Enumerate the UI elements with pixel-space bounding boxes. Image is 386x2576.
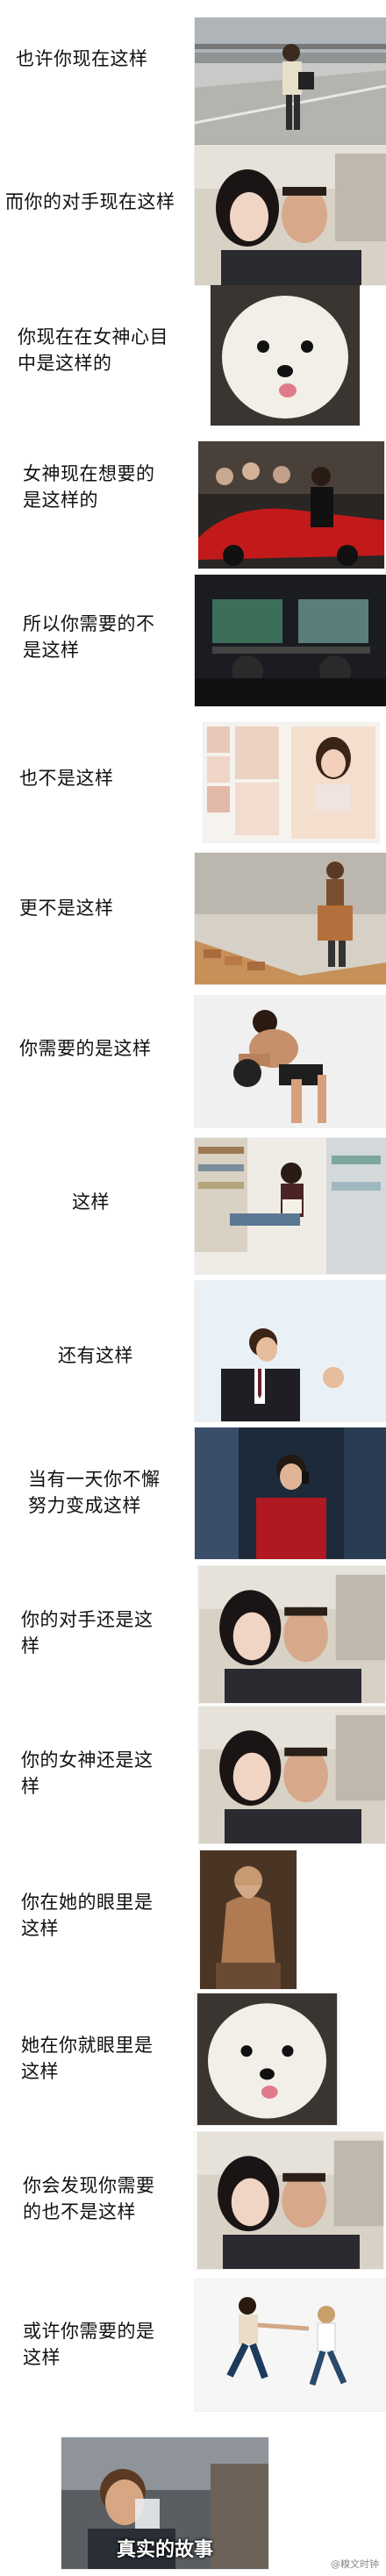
image-collage [204,723,379,842]
caption-1: 也许你现在这样 [16,48,148,69]
row-13: 你的女神还是这 样 [0,1707,386,1847]
row-7: 更不是这样 [0,851,386,991]
caption-7: 更不是这样 [19,898,114,919]
image-poodle-2 [195,1993,340,2125]
image-red-shirt-man [195,1428,386,1559]
caption-9: 这样 [72,1191,110,1213]
caption-5: 所以你需要的不 是这样 [23,613,155,661]
sports-car-icon [198,441,384,569]
couple-selfie-icon [197,2132,384,2269]
row-15: 她在你就眼里是 这样 [0,1992,386,2132]
image-businessman [195,1281,386,1421]
row-9: 这样 [0,1136,386,1281]
caption-14: 你在她的眼里是 这样 [21,1892,154,1939]
row-6: 也不是这样 [0,711,386,851]
poodle-icon [197,1993,338,2125]
image-statue [200,1850,297,1989]
image-man-drinking: 真实的故事 [61,2437,268,2569]
row-1: 也许你现在这样 [0,0,386,145]
image-couple-selfie-3 [198,1707,386,1843]
image-weightlifter [195,996,386,1127]
image-couple-selfie-2 [198,1566,386,1703]
image-gamers [195,575,386,706]
watermark: @糗文时钟 [331,2558,379,2570]
row-5: 所以你需要的不 是这样 [0,570,386,711]
caption-15: 她在你就眼里是 这样 [21,2035,154,2082]
row-17: 或许你需要的是 这样 [0,2272,386,2422]
final-row: 真实的故事 @糗文时钟 [0,2422,386,2576]
gaming-icon [195,575,386,706]
caption-2: 而你的对手现在这样 [5,191,175,212]
final-caption: 真实的故事 [116,2539,213,2561]
caption-16: 你会发现你需要 的也不是这样 [23,2175,155,2222]
row-16: 你会发现你需要 的也不是这样 [0,2132,386,2272]
image-running-couple [195,2279,386,2411]
image-man-walking [195,18,386,145]
couple-selfie-icon [195,145,386,285]
businessman-icon [195,1281,386,1421]
bricks-icon [195,853,386,984]
row-8: 你需要的是这样 [0,991,386,1136]
row-12: 你的对手还是这 样 [0,1566,386,1707]
caption-13: 你的女神还是这 样 [21,1750,154,1797]
running-couple-icon [195,2279,386,2411]
image-sports-car [198,441,384,569]
caption-4: 女神现在想要的 是这样的 [23,463,155,511]
road-scene-icon [195,18,386,145]
row-3: 你现在在女神心目 中是这样的 [0,285,386,426]
row-11: 当有一天你不懈 努力变成这样 [0,1426,386,1566]
statue-icon [200,1850,297,1989]
row-14: 你在她的眼里是 这样 [0,1847,386,1992]
couple-selfie-icon [198,1707,386,1843]
image-couple-selfie [195,145,386,285]
red-shirt-man-icon [195,1428,386,1559]
library-reader-icon [195,1138,386,1274]
weightlifter-icon [195,996,386,1127]
couple-selfie-icon [198,1566,386,1703]
caption-10: 还有这样 [58,1345,133,1366]
image-library-reader [195,1138,386,1274]
caption-17: 或许你需要的是 这样 [23,2321,155,2368]
collage-icon [204,723,379,842]
caption-8: 你需要的是这样 [19,1038,152,1059]
row-4: 女神现在想要的 是这样的 [0,426,386,570]
image-couple-selfie-4 [195,2132,386,2269]
poodle-icon [211,285,360,426]
image-bricks [195,853,386,984]
row-10: 还有这样 [0,1281,386,1426]
image-poodle [211,285,360,426]
caption-3: 你现在在女神心目 中是这样的 [18,326,168,374]
caption-12: 你的对手还是这 样 [21,1609,154,1657]
caption-11: 当有一天你不懈 努力变成这样 [28,1469,161,1516]
row-2: 而你的对手现在这样 [0,145,386,285]
caption-6: 也不是这样 [19,768,114,789]
